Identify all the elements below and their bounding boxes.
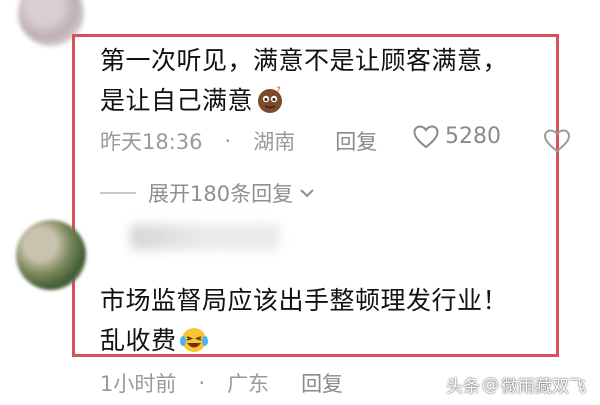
divider-line [100, 192, 136, 194]
comment-line: 市场监督局应该出手整顿理发行业！ [100, 286, 509, 315]
comment-meta: 昨天18:36 · 湖南 回复 [100, 126, 377, 156]
expand-label: 展开180条回复 [148, 182, 294, 206]
comment-time: 昨天18:36 [100, 130, 203, 154]
watermark-source: 头条 [446, 377, 480, 397]
separator-dot: · [224, 129, 232, 153]
heart-icon [413, 124, 439, 148]
like-button[interactable]: 5280 [413, 124, 501, 149]
comment-meta: 1小时前 · 广东 回复 [100, 368, 343, 398]
chevron-down-icon [300, 189, 314, 198]
comment-text: 市场监督局应该出手整顿理发行业！ 乱收费 [100, 281, 550, 361]
reply-button[interactable]: 回复 [335, 126, 377, 156]
watermark-author: 微雨藏双飞 [501, 377, 586, 397]
comment-location: 广东 [227, 372, 270, 396]
comment-line-text: 乱收费 [100, 326, 177, 355]
svg-text:?: ? [276, 86, 281, 96]
separator-dot: · [198, 371, 206, 395]
avatar[interactable] [16, 220, 86, 290]
like-count: 5280 [445, 124, 501, 149]
comment-text: 第一次听见，满意不是让顾客满意， 是让自己满意 ? [100, 41, 550, 121]
comment-line-text: 是让自己满意 [100, 86, 254, 115]
watermark-at: @ [482, 374, 499, 395]
comment-line: 乱收费 [100, 321, 550, 361]
username-blurred [130, 224, 280, 250]
reply-button[interactable]: 回复 [301, 368, 343, 398]
heart-icon[interactable] [543, 128, 571, 154]
laughing-tears-emoji-icon [179, 328, 208, 352]
watermark: 头条 @ 微雨藏双飞 [446, 372, 586, 398]
comment-line: 第一次听见，满意不是让顾客满意， [100, 46, 509, 75]
comment-time: 1小时前 [100, 372, 177, 396]
comment-line: 是让自己满意 ? [100, 81, 550, 121]
comment-location: 湖南 [253, 130, 296, 154]
expand-replies-button[interactable]: 展开180条回复 [100, 178, 315, 208]
thinking-face-emoji-icon: ? [258, 86, 283, 113]
